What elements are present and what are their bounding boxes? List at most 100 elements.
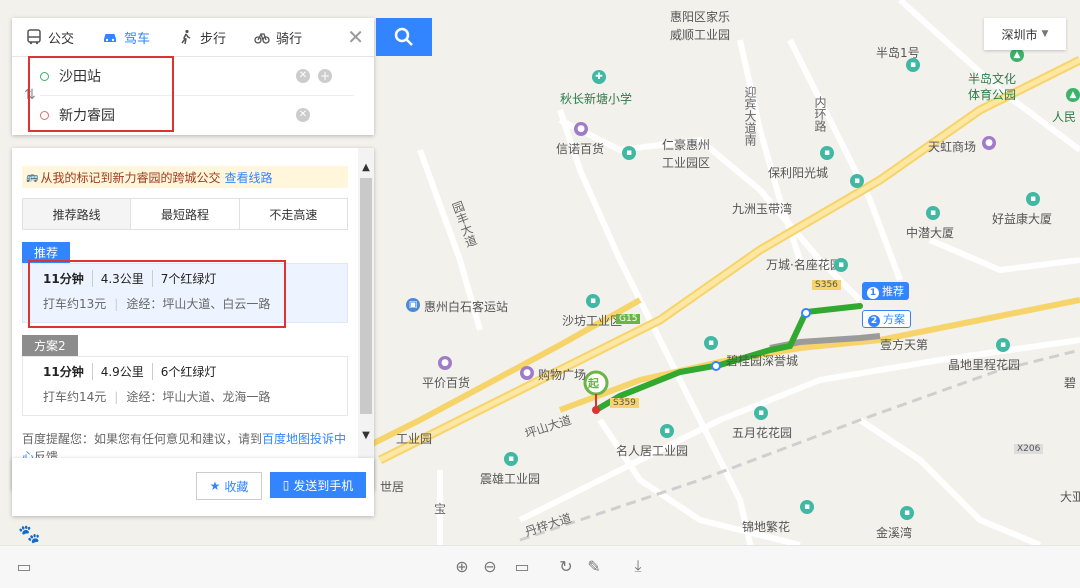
poi-building-icon[interactable]: ▪	[704, 336, 718, 350]
clear-destination-icon[interactable]: ✕	[296, 108, 310, 122]
map-label-qiuchang: 秋长新塘小学	[560, 92, 633, 106]
route-number: 1	[867, 287, 879, 299]
poi-shopping-icon[interactable]: ●	[574, 122, 588, 136]
tip-text: 百度提醒您：如果您有任何意见和建议，请到	[22, 432, 263, 446]
map-label-neizhou: 内环路	[813, 96, 827, 132]
mode-tab-bike[interactable]: 骑行	[240, 18, 316, 56]
view-route-link[interactable]: 查看线路	[224, 169, 272, 186]
plan-via: 途经：坪山大道、龙海一路	[126, 390, 271, 404]
refresh-icon[interactable]: ↻	[556, 556, 576, 576]
close-icon[interactable]: ✕	[337, 25, 374, 49]
plan-stats: 11分钟 4.9公里 6个红绿灯	[43, 363, 337, 380]
scroll-up-icon[interactable]: ▲	[360, 162, 372, 173]
scroll-thumb[interactable]	[360, 178, 372, 414]
star-icon: ★	[209, 479, 221, 493]
map-label-shiju: 世居	[380, 480, 405, 494]
mode-tab-walk[interactable]: 步行	[164, 18, 240, 56]
plan-lights: 6个红绿灯	[160, 365, 217, 379]
poi-building-icon[interactable]: ▪	[906, 58, 920, 72]
map-label-xinnuo: 信诺百货	[556, 142, 605, 156]
poi-bus-station-icon[interactable]: ▣	[406, 298, 420, 312]
bike-icon	[254, 33, 270, 44]
add-waypoint-icon[interactable]: +	[318, 69, 332, 83]
ruler-icon[interactable]: ▭	[512, 556, 532, 576]
poi-building-icon[interactable]: ▪	[586, 294, 600, 308]
search-button[interactable]	[376, 18, 432, 56]
highlight-box	[28, 260, 286, 328]
tab-shortest[interactable]: 最短路程	[131, 199, 240, 229]
map-label-s359: S359	[610, 398, 639, 408]
city-name: 深圳市	[1001, 27, 1038, 42]
start-marker-label[interactable]: 起	[588, 375, 599, 391]
poi-building-icon[interactable]: ▪	[800, 500, 814, 514]
baidu-logo-icon: 🐾	[18, 524, 41, 545]
mode-tab-label: 驾车	[124, 31, 151, 47]
cross-city-notice: 🚌 从我的标记到新力睿园的跨城公交 查看线路	[22, 166, 348, 188]
map-label-bandao-wh: 半岛文化	[968, 72, 1017, 86]
map-label-wancheng: 万城·名座花园	[766, 258, 842, 272]
map-label-baoli: 保利阳光城	[768, 166, 829, 180]
clear-origin-icon[interactable]: ✕	[296, 69, 310, 83]
poi-shopping-icon[interactable]: ●	[520, 366, 534, 380]
mode-tab-label: 公交	[48, 31, 75, 47]
bus-icon	[27, 29, 41, 45]
bus-icon: 🚌	[26, 171, 39, 183]
send-to-phone-button[interactable]: ▯ 发送到手机	[270, 472, 366, 498]
plan-taxi: 打车约14元	[43, 390, 107, 404]
plan-tag: 方案2	[22, 335, 78, 356]
poi-building-icon[interactable]: ▪	[834, 258, 848, 272]
mode-tab-car[interactable]: 驾车	[88, 18, 164, 56]
map-label-tianhong: 天虹商场	[928, 140, 977, 154]
poi-building-icon[interactable]: ▪	[754, 406, 768, 420]
poi-building-icon[interactable]: ▪	[926, 206, 940, 220]
map-label-huiyang: 惠阳区家乐	[670, 10, 731, 24]
plan-time: 11分钟	[43, 363, 93, 380]
city-selector[interactable]: 深圳市 ▼	[984, 18, 1066, 50]
mode-tab-label: 步行	[200, 31, 227, 47]
map-label-zhongshan: 中潜大厦	[906, 226, 955, 240]
poi-building-icon[interactable]: ▪	[850, 174, 864, 188]
poi-park-icon[interactable]: ▲	[1066, 88, 1080, 102]
poi-building-icon[interactable]: ▪	[660, 424, 674, 438]
poi-shopping-icon[interactable]: ●	[438, 356, 452, 370]
plan-body: 11分钟 4.9公里 6个红绿灯 打车约14元 | 途经：坪山大道、龙海一路	[22, 356, 348, 416]
map-label-jinxi: 金溪湾	[876, 526, 913, 540]
results-scrollbar[interactable]: ▲ ▼	[358, 148, 374, 490]
poi-building-icon[interactable]: ▪	[504, 452, 518, 466]
poi-building-icon[interactable]: ▪	[622, 146, 636, 160]
poi-park-icon[interactable]: ▲	[1010, 48, 1024, 62]
poi-shopping-icon[interactable]: ●	[982, 136, 996, 150]
edit-icon[interactable]: ✎	[584, 556, 604, 576]
mode-tab-bus[interactable]: 公交	[12, 18, 88, 56]
car-icon	[104, 34, 117, 42]
favorite-label: 收藏	[224, 479, 249, 494]
route-marker-alternate[interactable]: 2 方案	[862, 310, 911, 328]
poi-building-icon[interactable]: ▪	[900, 506, 914, 520]
route-marker-recommended[interactable]: 1 推荐	[862, 282, 909, 300]
zoom-in-icon[interactable]: ⊕	[452, 556, 472, 576]
map-label-jiuzhou: 九洲玉带湾	[732, 202, 793, 216]
layers-icon[interactable]: ▭	[14, 556, 34, 576]
scroll-down-icon[interactable]: ▼	[360, 430, 372, 441]
map-label-tiyu: 体育公园	[968, 88, 1017, 102]
tab-recommended[interactable]: 推荐路线	[23, 199, 132, 229]
map-label-jingdi: 晶地里程花园	[948, 358, 1021, 372]
plan-distance: 4.9公里	[93, 363, 153, 380]
mode-tab-label: 骑行	[276, 31, 303, 47]
tab-no-highway[interactable]: 不走高速	[239, 199, 347, 229]
poi-school-icon[interactable]: ✚	[592, 70, 606, 84]
route-preference-tabs: 推荐路线 最短路程 不走高速	[22, 198, 348, 230]
route-plan-2[interactable]: 方案2 11分钟 4.9公里 6个红绿灯 打车约14元 | 途经：坪山大道、龙海一路	[22, 335, 348, 416]
download-icon[interactable]: ⤓	[628, 556, 648, 576]
chevron-down-icon: ▼	[1041, 29, 1049, 39]
poi-building-icon[interactable]: ▪	[1026, 192, 1040, 206]
route-number: 2	[868, 315, 880, 327]
map-label-pingjia: 平价百货	[422, 376, 471, 390]
favorite-button[interactable]: ★ 收藏	[196, 472, 262, 500]
poi-building-icon[interactable]: ▪	[820, 146, 834, 160]
poi-building-icon[interactable]: ▪	[996, 338, 1010, 352]
map-label-weishun: 威顺工业园	[670, 28, 731, 42]
zoom-out-icon[interactable]: ⊖	[480, 556, 500, 576]
route-actions: ★ 收藏 ▯ 发送到手机	[12, 458, 374, 516]
map-label-shafang: 沙坊工业区	[562, 314, 623, 328]
